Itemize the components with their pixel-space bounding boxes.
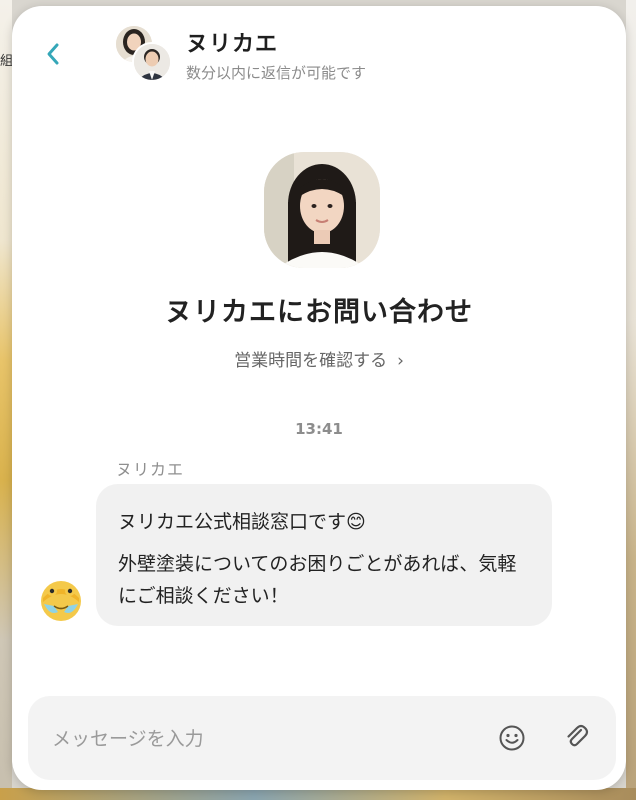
back-button[interactable] (42, 40, 66, 68)
emoji-button[interactable] (498, 724, 526, 752)
smiley-icon (499, 725, 525, 751)
sender-name: ヌリカエ (116, 460, 185, 479)
message-first-line: ヌリカエ公式相談窓口です😊 (118, 506, 530, 538)
background-page-right (626, 0, 636, 800)
bot-avatar (38, 576, 84, 622)
business-hours-label: 営業時間を確認する (234, 351, 388, 371)
message-body: 外壁塗装についてのお困りごとがあれば、気軽にご相談ください！ (118, 553, 517, 607)
background-page-left (0, 0, 12, 800)
page-title: ヌリカエにお問い合わせ (165, 297, 473, 328)
hero-avatar (264, 152, 380, 268)
mascot-icon (41, 581, 81, 621)
operator-avatar-man (132, 42, 172, 82)
message-input[interactable] (50, 718, 474, 760)
business-hours-link[interactable]: 営業時間を確認する › (12, 346, 626, 371)
message-bubble: ヌリカエ公式相談窓口です😊 外壁塗装についてのお困りごとがあれば、気軽にご相談く… (96, 484, 552, 626)
message-composer (28, 696, 616, 780)
attach-file-button[interactable] (562, 722, 592, 752)
message-greeting: ヌリカエ公式相談窓口です (118, 511, 347, 533)
chevron-left-icon (47, 43, 59, 65)
smiling-emoji-icon: 😊 (346, 511, 366, 533)
chat-header: ヌリカエ 数分以内に返信が可能です (12, 6, 626, 86)
response-time-text: 数分以内に返信が可能です (186, 64, 367, 82)
chat-widget: ヌリカエ 数分以内に返信が可能です ヌリカエにお問い合わせ 営業時間を確認する ›… (12, 6, 626, 790)
paperclip-icon (567, 724, 589, 747)
operator-avatars (112, 24, 176, 86)
chevron-right-icon: › (397, 351, 404, 371)
header-title: ヌリカエ (186, 32, 279, 57)
message-timestamp: 13:41 (295, 420, 343, 438)
